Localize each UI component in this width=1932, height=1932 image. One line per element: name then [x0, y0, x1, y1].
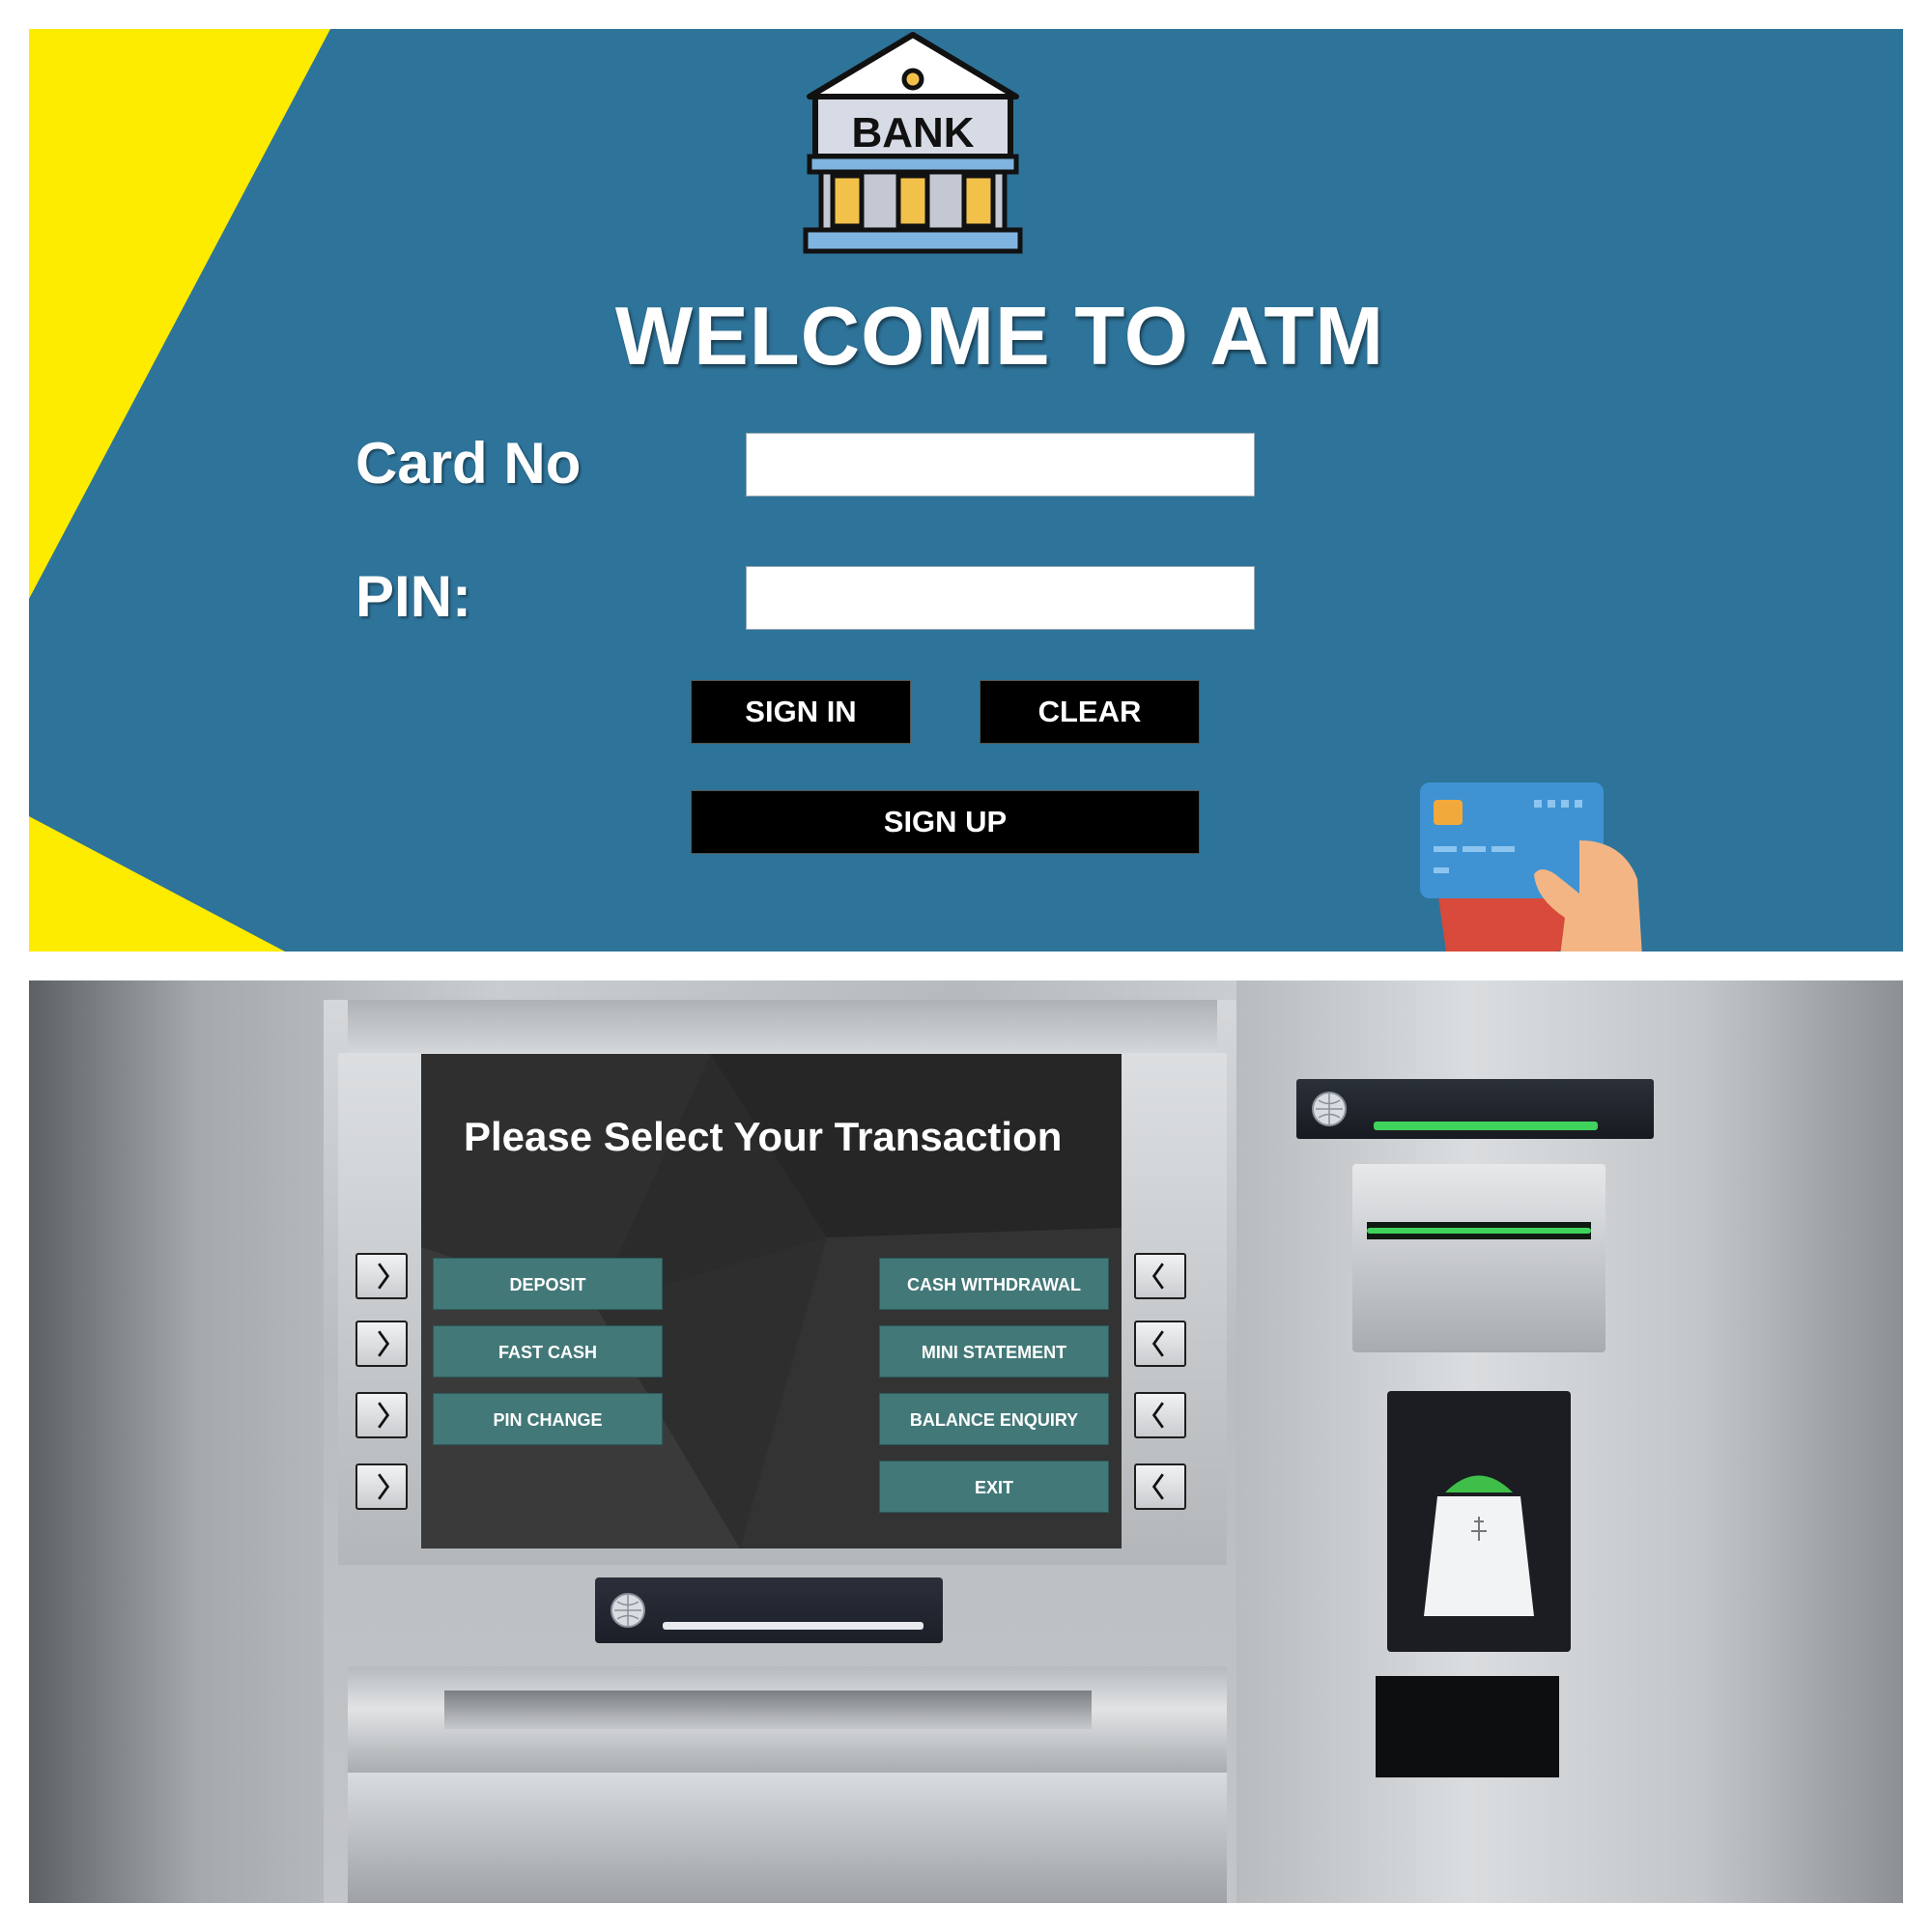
side-key-left-4[interactable]	[355, 1463, 408, 1510]
globe-icon	[611, 1593, 645, 1628]
globe-icon	[1312, 1092, 1347, 1126]
welcome-title: WELCOME TO ATM	[614, 291, 1385, 383]
card-reader-indicator	[1296, 1079, 1654, 1139]
chevron-left-icon	[1151, 1263, 1164, 1290]
fast-cash-button[interactable]: FAST CASH	[433, 1325, 663, 1378]
chevron-right-icon	[378, 1263, 390, 1290]
cash-withdrawal-button[interactable]: CASH WITHDRAWAL	[879, 1258, 1109, 1310]
deposit-button[interactable]: DEPOSIT	[433, 1258, 663, 1310]
receipt-slot	[595, 1577, 943, 1643]
chevron-right-icon	[378, 1402, 390, 1429]
side-key-right-2[interactable]	[1134, 1321, 1186, 1367]
pin-label: PIN:	[355, 564, 471, 629]
pin-change-button[interactable]: PIN CHANGE	[433, 1393, 663, 1445]
side-key-left-2[interactable]	[355, 1321, 408, 1367]
chevron-left-icon	[1151, 1473, 1164, 1500]
exit-button[interactable]: EXIT	[879, 1461, 1109, 1513]
chevron-right-icon	[378, 1330, 390, 1357]
fingerprint-reader-icon	[1424, 1475, 1534, 1616]
svg-text:BANK: BANK	[851, 109, 974, 156]
card-slot-opening	[1367, 1222, 1591, 1239]
bank-building-icon: BANK	[803, 32, 1023, 254]
card-slot-green-light	[1367, 1228, 1591, 1234]
card-no-input[interactable]	[746, 433, 1255, 497]
card-reader-green-light	[1374, 1122, 1598, 1130]
card-no-label: Card No	[355, 431, 582, 496]
transaction-prompt: Please Select Your Transaction	[464, 1114, 1063, 1159]
cash-dispenser-opening	[444, 1690, 1092, 1729]
card-slot	[1352, 1164, 1605, 1352]
receipt-indicator-bar	[663, 1622, 923, 1630]
login-panel: BANK WELCOME TO ATM Card No PIN: SIGN IN…	[29, 29, 1903, 952]
credit-card-hand-icon	[1420, 782, 1642, 952]
deposit-slot	[1376, 1676, 1559, 1777]
chevron-left-icon	[1151, 1402, 1164, 1429]
balance-enquiry-button[interactable]: BALANCE ENQUIRY	[879, 1393, 1109, 1445]
side-key-right-4[interactable]	[1134, 1463, 1186, 1510]
side-key-right-1[interactable]	[1134, 1253, 1186, 1299]
side-key-right-3[interactable]	[1134, 1392, 1186, 1438]
sign-up-button[interactable]: SIGN UP	[691, 790, 1200, 854]
transaction-screen: Please Select Your Transaction DEPOSIT F…	[421, 1054, 1122, 1548]
side-key-left-1[interactable]	[355, 1253, 408, 1299]
chevron-left-icon	[1151, 1330, 1164, 1357]
pin-input[interactable]	[746, 566, 1255, 630]
chevron-right-icon	[378, 1473, 390, 1500]
sign-in-button[interactable]: SIGN IN	[691, 680, 911, 744]
atm-bottom-ledge	[348, 1773, 1227, 1903]
atm-top-bar	[348, 1000, 1217, 1058]
clear-button[interactable]: CLEAR	[980, 680, 1200, 744]
side-key-left-3[interactable]	[355, 1392, 408, 1438]
mini-statement-button[interactable]: MINI STATEMENT	[879, 1325, 1109, 1378]
atm-transaction-panel: Please Select Your Transaction DEPOSIT F…	[29, 980, 1903, 1903]
